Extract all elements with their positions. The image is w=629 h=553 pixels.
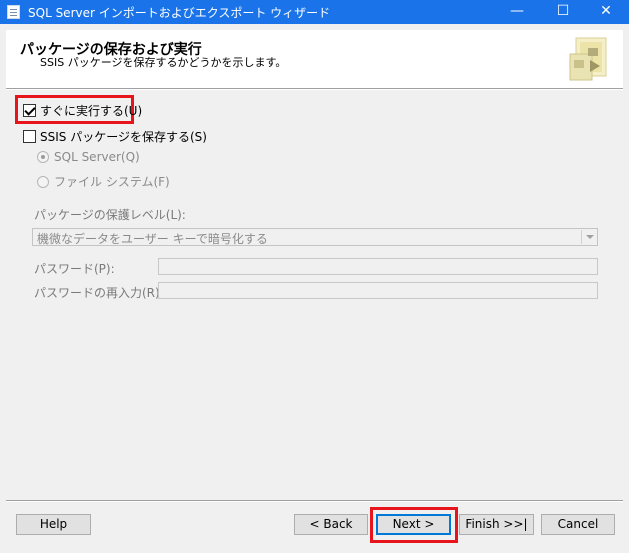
run-immediately-check-icon[interactable] — [23, 104, 36, 117]
protection-level-value: 機微なデータをユーザー キーで暗号化する — [37, 232, 268, 246]
sql-server-radio[interactable]: SQL Server(Q) — [37, 150, 140, 164]
file-system-radio[interactable]: ファイル システム(F) — [37, 173, 170, 190]
password-confirm-label: パスワードの再入力(R): — [34, 286, 164, 300]
run-immediately-checkbox[interactable]: すぐに実行する(U) — [23, 102, 142, 119]
footer-divider — [6, 500, 623, 502]
run-immediately-label: すぐに実行する(U) — [40, 104, 143, 118]
next-button[interactable]: Next > — [376, 514, 451, 535]
file-system-label: ファイル システム(F) — [54, 175, 170, 189]
sql-server-label: SQL Server(Q) — [54, 150, 140, 164]
cancel-button[interactable]: Cancel — [541, 514, 615, 535]
app-icon — [7, 5, 20, 19]
page-subtitle: SSIS パッケージを保存するかどうかを示します。 — [40, 56, 287, 69]
title-bar: SQL Server インポートおよびエクスポート ウィザード — ☐ ✕ — [0, 0, 629, 24]
protection-level-select[interactable]: 機微なデータをユーザー キーで暗号化する — [32, 228, 598, 246]
page-header: パッケージの保存および実行 SSIS パッケージを保存するかどうかを示します。 — [6, 30, 623, 88]
minimize-button[interactable]: — — [494, 0, 540, 24]
password-field[interactable] — [158, 258, 598, 275]
finish-button[interactable]: Finish >>| — [459, 514, 534, 535]
close-button[interactable]: ✕ — [583, 0, 629, 24]
password-confirm-field[interactable] — [158, 282, 598, 299]
file-system-radio-icon[interactable] — [37, 175, 49, 188]
password-label: パスワード(P): — [34, 262, 115, 276]
sql-server-radio-icon[interactable] — [37, 151, 49, 163]
wizard-package-icon — [569, 37, 607, 81]
chevron-down-icon[interactable] — [581, 230, 596, 244]
back-button[interactable]: < Back — [294, 514, 368, 535]
window-title: SQL Server インポートおよびエクスポート ウィザード — [28, 6, 331, 20]
save-ssis-checkbox[interactable]: SSIS パッケージを保存する(S) — [23, 128, 207, 145]
save-ssis-check-icon[interactable] — [23, 130, 36, 143]
protection-level-label: パッケージの保護レベル(L): — [34, 208, 186, 222]
maximize-button[interactable]: ☐ — [540, 0, 586, 24]
save-ssis-label: SSIS パッケージを保存する(S) — [40, 130, 207, 144]
help-button[interactable]: Help — [16, 514, 91, 535]
header-divider — [6, 88, 623, 90]
